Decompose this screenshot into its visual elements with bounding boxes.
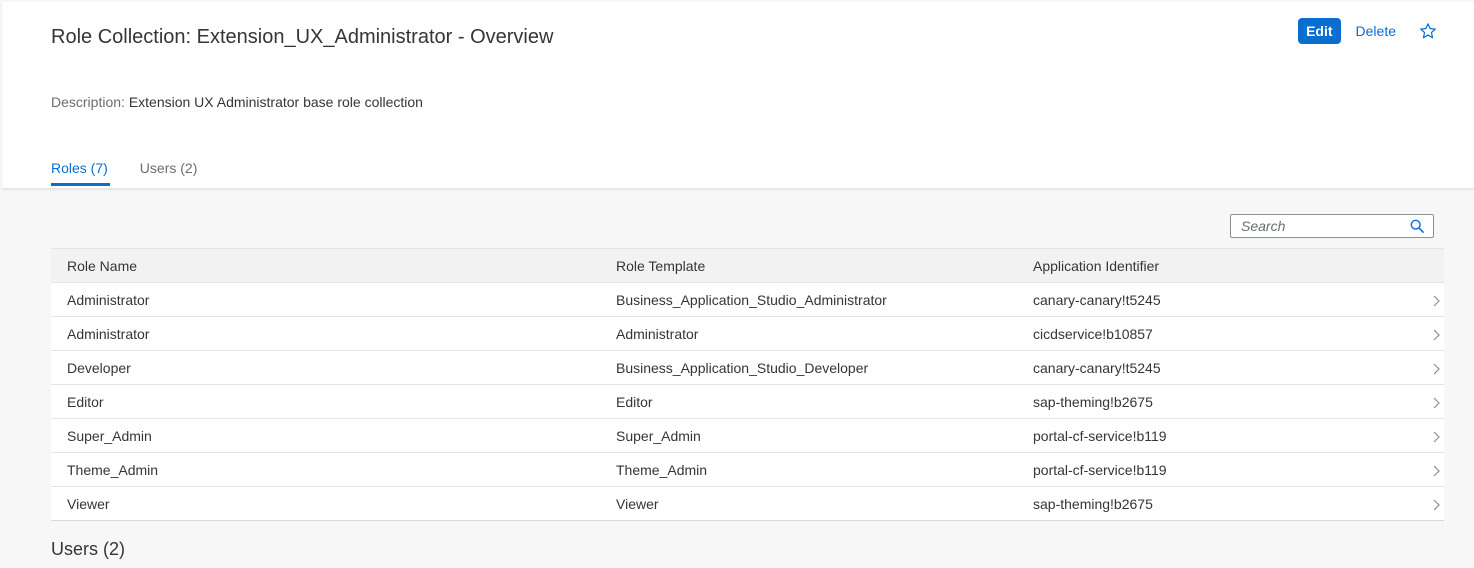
application-identifier-cell: canary-canary!t5245	[1033, 359, 1161, 376]
tab-roles[interactable]: Roles (7)	[51, 160, 110, 186]
chevron-right-icon	[1432, 464, 1440, 477]
section-tabs: Roles (7) Users (2)	[51, 160, 229, 186]
role-name-cell: Super_Admin	[67, 427, 152, 444]
application-identifier-cell: sap-theming!b2675	[1033, 495, 1153, 512]
users-section-title: Users (2)	[51, 539, 126, 559]
table-row[interactable]: Developer Business_Application_Studio_De…	[51, 351, 1444, 385]
table-row[interactable]: Theme_Admin Theme_Admin portal-cf-servic…	[51, 453, 1444, 487]
chevron-right-icon	[1432, 396, 1440, 409]
application-identifier-cell: cicdservice!b10857	[1033, 325, 1153, 342]
search-input[interactable]	[1231, 215, 1407, 237]
column-header-application-identifier: Application Identifier	[1033, 257, 1160, 274]
tab-users[interactable]: Users (2)	[140, 160, 198, 185]
description-value: Extension UX Administrator base role col…	[128, 94, 423, 110]
search-field	[1230, 214, 1434, 238]
role-template-cell: Editor	[616, 393, 653, 410]
role-name-cell: Developer	[67, 359, 131, 376]
page-title: Role Collection: Extension_UX_Administra…	[51, 26, 554, 48]
chevron-right-icon	[1432, 328, 1440, 341]
chevron-right-icon	[1432, 294, 1440, 307]
chevron-right-icon	[1432, 430, 1440, 443]
role-template-cell: Business_Application_Studio_Developer	[616, 359, 869, 376]
role-name-cell: Viewer	[67, 495, 110, 512]
table-row[interactable]: Administrator Administrator cicdservice!…	[51, 317, 1444, 351]
description-label: Description:	[51, 94, 125, 110]
table-row[interactable]: Super_Admin Super_Admin portal-cf-servic…	[51, 419, 1444, 453]
role-name-cell: Editor	[67, 393, 104, 410]
role-name-cell: Administrator	[67, 291, 150, 308]
chevron-right-icon	[1432, 362, 1440, 375]
column-header-role-name: Role Name	[67, 257, 138, 274]
column-header-role-template: Role Template	[616, 257, 706, 274]
table-header-row: Role Name Role Template Application Iden…	[51, 249, 1444, 283]
object-page-header: Role Collection: Extension_UX_Administra…	[2, 2, 1474, 189]
edit-button[interactable]: Edit	[1298, 18, 1341, 44]
description: Description: Extension UX Administrator …	[51, 94, 423, 110]
delete-button[interactable]: Delete	[1350, 19, 1402, 43]
application-identifier-cell: canary-canary!t5245	[1033, 291, 1161, 308]
role-name-cell: Theme_Admin	[67, 461, 159, 478]
star-icon[interactable]	[1418, 21, 1438, 41]
role-template-cell: Administrator	[616, 325, 699, 342]
table-row[interactable]: Viewer Viewer sap-theming!b2675	[51, 487, 1444, 520]
chevron-right-icon	[1432, 498, 1440, 511]
role-template-cell: Super_Admin	[616, 427, 701, 444]
search-icon[interactable]	[1410, 219, 1424, 233]
header-actions: Edit Delete	[1298, 18, 1438, 44]
table-row[interactable]: Administrator Business_Application_Studi…	[51, 283, 1444, 317]
application-identifier-cell: portal-cf-service!b119	[1033, 427, 1167, 444]
role-template-cell: Business_Application_Studio_Administrato…	[616, 291, 887, 308]
role-template-cell: Theme_Admin	[616, 461, 708, 478]
role-template-cell: Viewer	[616, 495, 659, 512]
role-name-cell: Administrator	[67, 325, 150, 342]
application-identifier-cell: sap-theming!b2675	[1033, 393, 1153, 410]
application-identifier-cell: portal-cf-service!b119	[1033, 461, 1167, 478]
roles-table: Role Name Role Template Application Iden…	[51, 248, 1444, 521]
table-row[interactable]: Editor Editor sap-theming!b2675	[51, 385, 1444, 419]
